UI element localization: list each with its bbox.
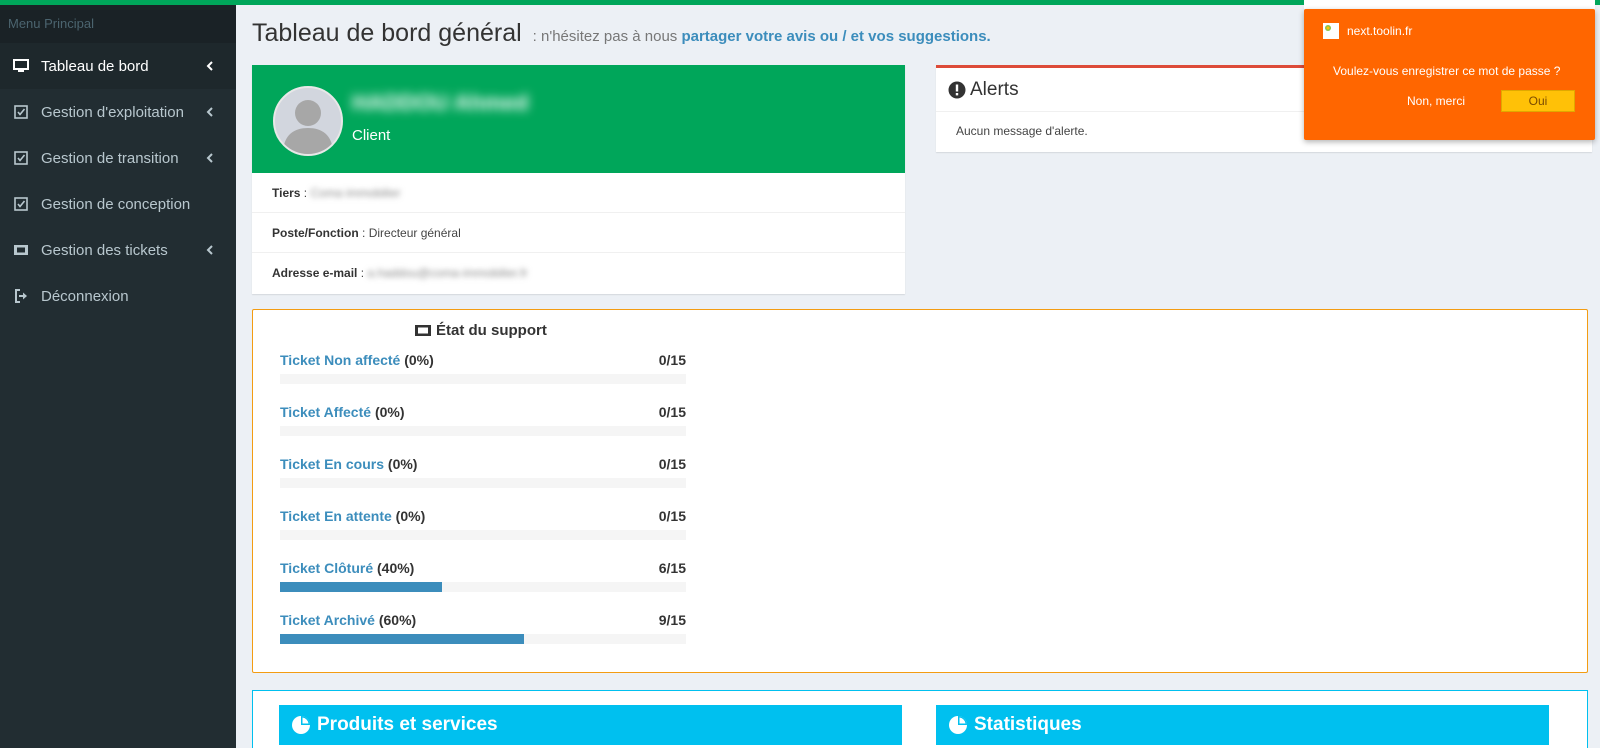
chevron-left-icon xyxy=(206,107,214,117)
sidebar-item-gestion-exploitation[interactable]: Gestion d'exploitation xyxy=(0,89,236,135)
avatar xyxy=(273,86,343,156)
profile-row-poste: Poste/Fonction : Directeur général xyxy=(252,213,905,253)
ticket-progress-item: Ticket Archivé (60%) 9/15 xyxy=(280,612,686,644)
sidebar-item-label: Tableau de bord xyxy=(41,57,149,75)
ticket-count: 0/15 xyxy=(658,404,686,420)
sidebar-item-label: Gestion des tickets xyxy=(41,241,168,259)
pie-chart-icon xyxy=(948,715,968,735)
progress-fill xyxy=(280,634,524,644)
sidebar-item-gestion-transition[interactable]: Gestion de transition xyxy=(0,135,236,181)
monitor-icon xyxy=(12,57,30,75)
sidebar-item-deconnexion[interactable]: Déconnexion xyxy=(0,273,236,319)
checkbox-icon xyxy=(12,195,30,213)
page-subtitle: : n'hésitez pas à nous partager votre av… xyxy=(533,28,991,45)
site-favicon-icon xyxy=(1323,23,1339,39)
chevron-left-icon xyxy=(206,153,214,163)
subtitle-prefix: : n'hésitez pas à nous xyxy=(532,28,678,45)
checkbox-icon xyxy=(12,103,30,121)
sidebar-item-gestion-tickets[interactable]: Gestion des tickets xyxy=(0,227,236,273)
email-value: a.haddou@coma-immobilier.fr xyxy=(367,266,528,280)
popup-question: Voulez-vous enregistrer ce mot de passe … xyxy=(1333,64,1561,78)
progress-bar xyxy=(280,374,686,384)
ticket-link[interactable]: Ticket En cours xyxy=(280,456,384,472)
ticket-link[interactable]: Ticket En attente xyxy=(280,508,392,524)
tiers-label: Tiers xyxy=(272,185,301,200)
exclamation-circle-icon xyxy=(948,81,966,99)
ticket-icon xyxy=(414,324,432,337)
sidebar-item-label: Gestion de transition xyxy=(41,149,179,167)
ticket-percent: (0%) xyxy=(404,352,434,368)
sidebar-item-label: Déconnexion xyxy=(41,287,129,305)
progress-bar xyxy=(280,582,686,592)
pie-chart-icon xyxy=(291,715,311,735)
ticket-progress-item: Ticket Affecté (0%) 0/15 xyxy=(280,404,686,436)
statistics-header: Statistiques xyxy=(936,705,1549,745)
tiers-value: Coma immobilier xyxy=(310,185,401,200)
progress-fill xyxy=(280,582,443,592)
progress-bar xyxy=(280,478,686,488)
page-title: Tableau de bord général xyxy=(252,19,522,47)
profile-role: Client xyxy=(352,127,391,144)
ticket-percent: (40%) xyxy=(377,560,415,576)
ticket-count: 0/15 xyxy=(658,352,686,368)
sidebar-item-gestion-conception[interactable]: Gestion de conception xyxy=(0,181,236,227)
ticket-percent: (0%) xyxy=(374,404,405,420)
progress-bar xyxy=(280,426,686,436)
ticket-count: 6/15 xyxy=(658,560,686,576)
sign-out-icon xyxy=(12,287,30,305)
profile-card: HADDOU Ahmed Client Tiers : Coma immobil… xyxy=(252,65,905,294)
ticket-link[interactable]: Ticket Non affecté xyxy=(280,352,400,368)
ticket-percent: (0%) xyxy=(387,456,418,472)
checkbox-icon xyxy=(12,149,30,167)
feedback-link[interactable]: partager votre avis ou / et vos suggesti… xyxy=(681,28,990,45)
ticket-link[interactable]: Ticket Affecté xyxy=(280,404,371,420)
ticket-count: 9/15 xyxy=(658,612,686,628)
progress-bar xyxy=(280,530,686,540)
ticket-link[interactable]: Ticket Archivé xyxy=(280,612,375,628)
progress-bar xyxy=(280,634,686,644)
ticket-icon xyxy=(12,241,30,259)
statistics-title: Statistiques xyxy=(974,714,1082,735)
email-label: Adresse e-mail xyxy=(272,266,358,280)
ticket-link[interactable]: Ticket Clôturé xyxy=(280,560,373,576)
products-title: Produits et services xyxy=(317,714,498,735)
ticket-count: 0/15 xyxy=(658,508,686,524)
sidebar: Menu Principal Tableau de bord Gestion d… xyxy=(0,5,236,748)
popup-site: next.toolin.fr xyxy=(1323,23,1412,39)
alerts-title: Alerts xyxy=(970,78,1019,100)
profile-row-email: Adresse e-mail : a.haddou@coma-immobilie… xyxy=(272,266,528,280)
support-title: État du support xyxy=(414,322,547,339)
menu-header: Menu Principal xyxy=(0,5,236,43)
ticket-progress-item: Ticket Clôturé (40%) 6/15 xyxy=(280,560,686,592)
sidebar-item-label: Gestion d'exploitation xyxy=(41,103,184,121)
support-status-box: État du support Ticket Non affecté (0%) 0… xyxy=(252,309,1588,673)
ticket-progress-item: Ticket En cours (0%) 0/15 xyxy=(280,456,686,488)
profile-header: HADDOU Ahmed Client xyxy=(252,65,905,173)
support-title-text: État du support xyxy=(436,322,547,339)
products-services-header: Produits et services xyxy=(279,705,902,745)
chevron-left-icon xyxy=(206,245,214,255)
page-header: Tableau de bord général : n'hésitez pas … xyxy=(252,19,991,48)
ticket-percent: (0%) xyxy=(395,508,426,524)
poste-value: Directeur général xyxy=(368,225,461,240)
no-thanks-button[interactable]: Non, merci xyxy=(1407,94,1465,108)
chevron-left-icon xyxy=(206,61,214,71)
ticket-percent: (60%) xyxy=(378,612,417,628)
sidebar-item-tableau-de-bord[interactable]: Tableau de bord xyxy=(0,43,236,89)
password-save-popup: next.toolin.fr Voulez-vous enregistrer c… xyxy=(1304,9,1595,140)
popup-site-name: next.toolin.fr xyxy=(1347,24,1413,38)
yes-button[interactable]: Oui xyxy=(1501,90,1575,112)
ticket-progress-item: Ticket En attente (0%) 0/15 xyxy=(280,508,686,540)
popup-top-edge xyxy=(1304,0,1595,9)
poste-label: Poste/Fonction xyxy=(272,225,359,240)
profile-row-tiers: Tiers : Coma immobilier xyxy=(252,173,905,213)
ticket-count: 0/15 xyxy=(658,456,686,472)
sidebar-item-label: Gestion de conception xyxy=(41,195,191,213)
ticket-progress-item: Ticket Non affecté (0%) 0/15 xyxy=(280,352,686,384)
profile-name: HADDOU Ahmed xyxy=(352,90,529,115)
